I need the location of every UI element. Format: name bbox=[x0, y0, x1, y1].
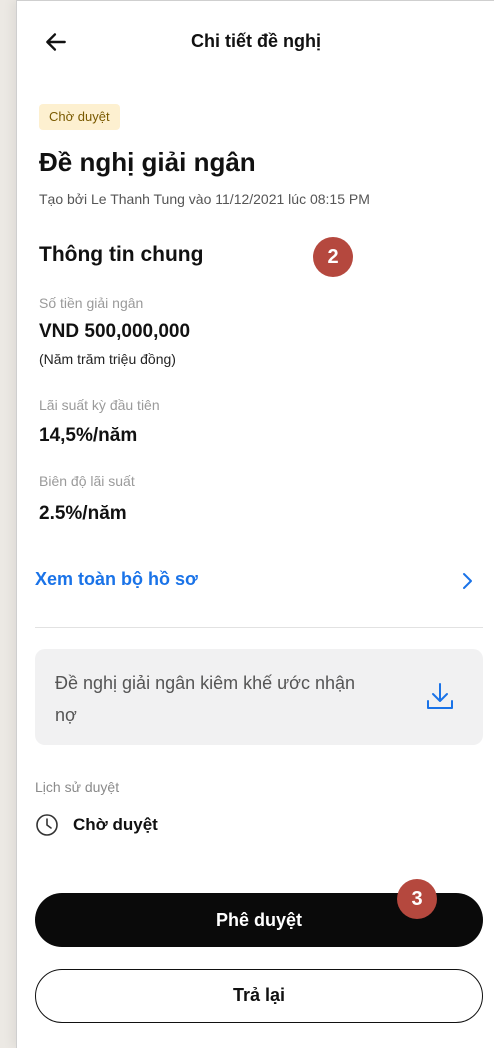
general-info-heading: Thông tin chung bbox=[39, 243, 204, 266]
approval-history-status: Chờ duyệt bbox=[73, 815, 158, 834]
view-all-documents-link[interactable]: Xem toàn bộ hồ sơ bbox=[17, 561, 494, 601]
chevron-right-icon bbox=[463, 573, 472, 589]
rate-margin-value: 2.5%/năm bbox=[39, 503, 127, 524]
created-by-text: Tạo bởi Le Thanh Tung vào 11/12/2021 lúc… bbox=[39, 191, 370, 207]
amount-in-words: (Năm trăm triệu đồng) bbox=[39, 351, 176, 367]
page-title: Chi tiết đề nghị bbox=[191, 31, 321, 51]
first-rate-value: 14,5%/năm bbox=[39, 425, 138, 446]
phone-screen: Chi tiết đề nghị Chờ duyệt Đề nghị giải … bbox=[16, 0, 494, 1048]
first-rate-label: Lãi suất kỳ đầu tiên bbox=[39, 397, 160, 413]
amount-label: Số tiền giải ngân bbox=[39, 295, 144, 311]
divider bbox=[35, 627, 483, 628]
amount-value: VND 500,000,000 bbox=[39, 321, 191, 342]
step-badge-3: 3 bbox=[397, 879, 437, 919]
request-title: Đề nghị giải ngân bbox=[39, 147, 256, 177]
attachment-card[interactable]: Đề nghị giải ngân kiêm khế ước nhận nợ bbox=[35, 649, 483, 745]
download-icon[interactable] bbox=[423, 679, 457, 713]
status-badge: Chờ duyệt bbox=[39, 104, 120, 130]
clock-icon bbox=[36, 814, 58, 836]
rate-margin-label: Biên độ lãi suất bbox=[39, 473, 135, 489]
step-badge-2: 2 bbox=[313, 237, 353, 277]
return-button[interactable]: Trả lại bbox=[35, 969, 483, 1023]
approval-history-label: Lịch sử duyệt bbox=[35, 779, 120, 795]
view-all-documents-label: Xem toàn bộ hồ sơ bbox=[35, 569, 198, 589]
top-bar: Chi tiết đề nghị bbox=[17, 1, 494, 85]
attachment-name: Đề nghị giải ngân kiêm khế ước nhận nợ bbox=[55, 673, 356, 725]
